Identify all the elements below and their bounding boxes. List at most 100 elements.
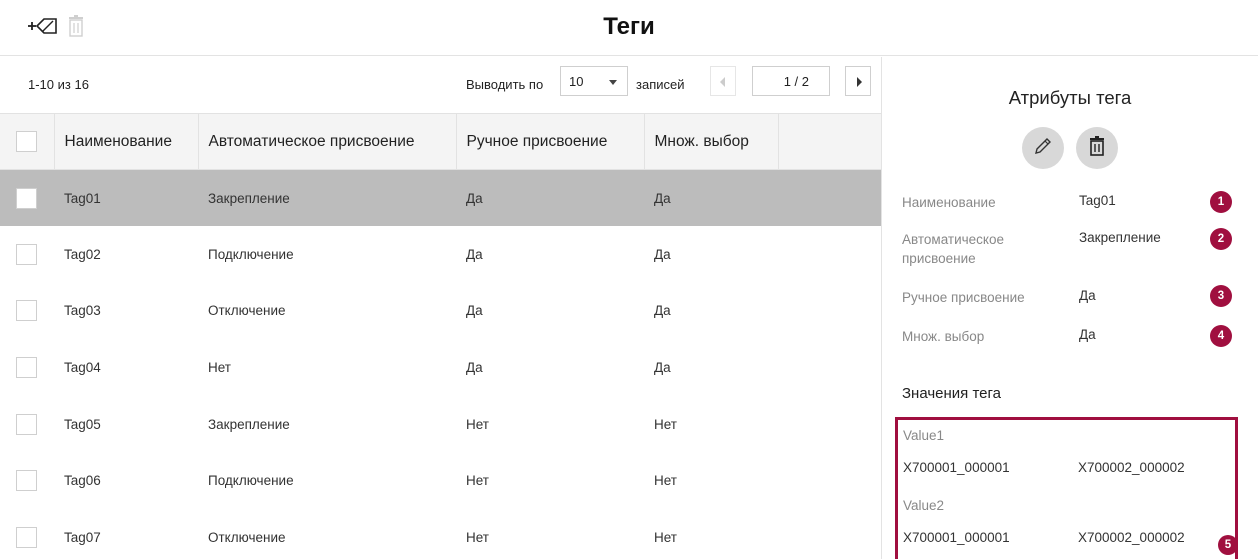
- row-checkbox[interactable]: [16, 300, 37, 322]
- cell-auto-assign: Подключение: [208, 473, 294, 489]
- per-page-select[interactable]: 10: [560, 66, 628, 96]
- cell-name: Tag02: [64, 246, 101, 262]
- cell-name: Tag01: [54, 169, 198, 227]
- cell-empty: [778, 226, 881, 283]
- records-label: записей: [636, 77, 685, 92]
- value-name: Value2: [903, 498, 945, 513]
- cell-manual-assign: Нет: [466, 416, 489, 432]
- cell-empty: [778, 452, 881, 509]
- row-checkbox[interactable]: [16, 357, 37, 379]
- column-header-empty: [778, 113, 881, 170]
- attr-value-auto-assign: Закрепление: [1079, 230, 1161, 245]
- cell-empty: [778, 509, 881, 559]
- panel-title: Атрибуты тега: [1008, 87, 1132, 108]
- cell-name: Tag05: [64, 416, 101, 432]
- cell-name: Tag06: [64, 473, 101, 489]
- cell-manual-assign: Да: [466, 303, 483, 319]
- delete-tag-button[interactable]: [1076, 127, 1118, 169]
- row-checkbox-cell: [0, 452, 54, 509]
- value-cell: X700001_000001: [903, 460, 1010, 475]
- callout-badge: 5: [1218, 535, 1238, 555]
- callout-badge: 3: [1210, 285, 1232, 307]
- cell-manual-assign: Нет: [466, 529, 489, 545]
- trash-icon: [1089, 135, 1105, 161]
- row-checkbox[interactable]: [16, 470, 37, 492]
- top-toolbar: Теги: [0, 0, 1258, 56]
- select-all-checkbox-cell: [0, 113, 55, 170]
- per-page-label: Выводить по: [466, 77, 544, 92]
- column-header-manual-assign[interactable]: Ручное присвоение: [456, 113, 645, 170]
- prev-page-button[interactable]: [710, 66, 736, 96]
- tags-table: Наименование Автоматическое присвоение Р…: [0, 113, 881, 559]
- column-header-auto-assign[interactable]: Автоматическое присвоение: [198, 113, 457, 170]
- attr-value-multi-select: Да: [1079, 327, 1096, 342]
- row-checkbox[interactable]: [16, 187, 37, 209]
- chevron-left-icon: [720, 77, 725, 87]
- chevron-down-icon: [609, 80, 617, 85]
- table-row[interactable]: Tag04 Нет Да Да: [0, 339, 881, 396]
- pagination-bar: 1-10 из 16 Выводить по 10 записей 1 / 2: [0, 57, 881, 113]
- table-row[interactable]: Tag06 Подключение Нет Нет: [0, 452, 881, 509]
- chevron-right-icon: [857, 77, 862, 87]
- attr-value-name: Tag01: [1079, 193, 1116, 208]
- tags-list-area: 1-10 из 16 Выводить по 10 записей 1 / 2 …: [0, 57, 881, 559]
- attr-value-manual-assign: Да: [1079, 288, 1096, 303]
- table-row[interactable]: Tag03 Отключение Да Да: [0, 283, 881, 340]
- cell-name: Tag07: [64, 529, 101, 545]
- cell-empty: [778, 169, 881, 227]
- cell-manual-assign: Да: [456, 169, 644, 227]
- table-header-row: Наименование Автоматическое присвоение Р…: [0, 113, 881, 170]
- row-checkbox-cell: [0, 169, 54, 227]
- page-number-field[interactable]: 1 / 2: [752, 66, 830, 96]
- attr-label-name: Наименование: [902, 195, 996, 210]
- cell-auto-assign: Отключение: [208, 303, 286, 319]
- cell-empty: [778, 396, 881, 453]
- row-checkbox-cell: [0, 396, 54, 453]
- table-row[interactable]: Tag05 Закрепление Нет Нет: [0, 396, 881, 453]
- cell-multi-select: Нет: [654, 473, 677, 489]
- cell-auto-assign: Закрепление: [208, 416, 290, 432]
- attr-label-auto-assign: Автоматическое присвоение: [902, 232, 1005, 266]
- select-all-checkbox[interactable]: [16, 131, 37, 152]
- per-page-value: 10: [569, 74, 584, 89]
- column-header-name[interactable]: Наименование: [54, 113, 199, 170]
- cell-manual-assign: Нет: [466, 473, 489, 489]
- row-checkbox-cell: [0, 283, 54, 340]
- row-checkbox-cell: [0, 226, 54, 283]
- cell-name: Tag03: [64, 303, 101, 319]
- table-row[interactable]: Tag02 Подключение Да Да: [0, 226, 881, 283]
- records-range: 1-10 из 16: [28, 77, 89, 92]
- row-checkbox[interactable]: [16, 526, 37, 548]
- next-page-button[interactable]: [845, 66, 871, 96]
- row-checkbox[interactable]: [16, 243, 37, 265]
- cell-auto-assign: Нет: [208, 360, 231, 376]
- cell-multi-select: Да: [644, 169, 778, 227]
- cell-manual-assign: Да: [466, 360, 483, 376]
- page-title: Теги: [603, 13, 655, 40]
- row-checkbox[interactable]: [16, 413, 37, 435]
- value-cell: X700002_000002: [1078, 530, 1185, 545]
- value-name: Value1: [903, 428, 945, 443]
- cell-name: Tag04: [64, 360, 101, 376]
- tag-values-box: Value1 X700001_000001 X700002_000002 Val…: [895, 417, 1238, 559]
- callout-badge: 4: [1210, 325, 1232, 347]
- callout-badge: 1: [1210, 191, 1232, 213]
- table-row[interactable]: Tag01 Закрепление Да Да: [0, 169, 881, 227]
- tag-attributes-panel: Атрибуты тега Наименование Tag01 1 Автом…: [882, 57, 1258, 559]
- pencil-icon: [1033, 136, 1053, 161]
- attr-label-multi-select: Множ. выбор: [902, 329, 985, 344]
- value-cell: X700001_000001: [903, 530, 1010, 545]
- cell-multi-select: Да: [654, 360, 671, 376]
- column-header-multi-select[interactable]: Множ. выбор: [644, 113, 779, 170]
- cell-multi-select: Да: [654, 246, 671, 262]
- table-row[interactable]: Tag07 Отключение Нет Нет: [0, 509, 881, 559]
- cell-auto-assign: Отключение: [208, 529, 286, 545]
- edit-tag-button[interactable]: [1022, 127, 1064, 169]
- cell-empty: [778, 339, 881, 396]
- cell-empty: [778, 283, 881, 340]
- row-checkbox-cell: [0, 339, 54, 396]
- callout-badge: 2: [1210, 228, 1232, 250]
- row-checkbox-cell: [0, 509, 54, 559]
- attr-label-manual-assign: Ручное присвоение: [902, 290, 1025, 305]
- cell-multi-select: Нет: [654, 416, 677, 432]
